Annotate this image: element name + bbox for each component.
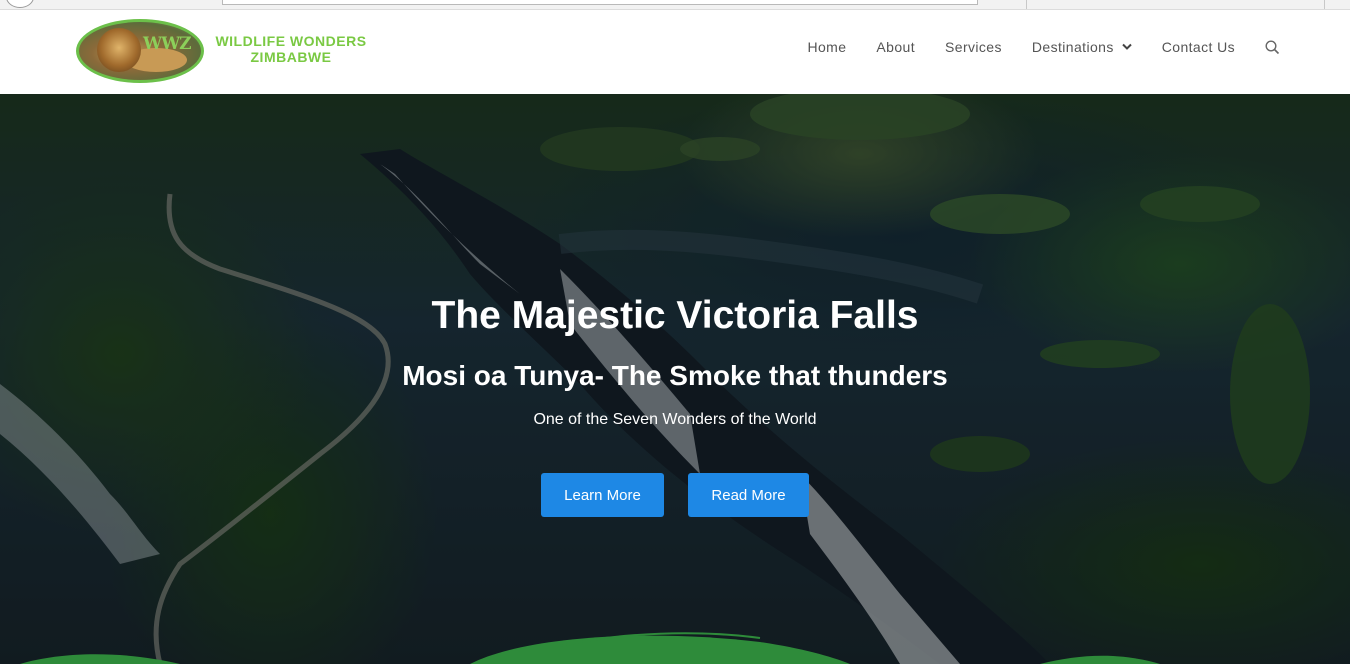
brand-name-line1: WILDLIFE WONDERS (215, 33, 367, 49)
browser-back-button[interactable] (6, 0, 34, 8)
site-header: WWZ WILDLIFE WONDERS ZIMBABWE Home About… (0, 10, 1350, 94)
browser-chrome-strip (0, 0, 1350, 10)
browser-address-bar[interactable] (222, 0, 978, 5)
nav-item-label: Contact Us (1161, 39, 1235, 55)
nav-item-about[interactable]: About (876, 39, 915, 55)
nav-item-services[interactable]: Services (945, 39, 1002, 55)
read-more-button[interactable]: Read More (688, 473, 809, 517)
browser-divider (1026, 0, 1027, 9)
brand-name: WILDLIFE WONDERS ZIMBABWE (206, 33, 376, 65)
nav-item-label: Services (945, 39, 1002, 55)
brand-name-line2: ZIMBABWE (250, 49, 332, 65)
browser-divider (1324, 0, 1325, 9)
learn-more-button[interactable]: Learn More (541, 473, 664, 517)
nav-item-home[interactable]: Home (807, 39, 846, 55)
hero-title: The Majestic Victoria Falls (431, 294, 919, 337)
site-logo[interactable]: WWZ WILDLIFE WONDERS ZIMBABWE (76, 19, 376, 85)
hero-banner: The Majestic Victoria Falls Mosi oa Tuny… (0, 94, 1350, 664)
hero-tagline: One of the Seven Wonders of the World (533, 411, 817, 428)
nav-item-label: Home (807, 39, 847, 55)
nav-item-label: About (876, 39, 916, 55)
chevron-down-icon (1122, 43, 1132, 50)
nav-item-contact[interactable]: Contact Us (1162, 39, 1235, 55)
nav-item-label: Destinations (1031, 39, 1114, 55)
lion-logo-badge: WWZ (76, 19, 204, 83)
nav-item-destinations[interactable]: Destinations (1032, 39, 1132, 55)
lion-mane-shape (97, 28, 141, 72)
hero-subtitle: Mosi oa Tunya- The Smoke that thunders (402, 360, 948, 391)
search-icon[interactable] (1265, 39, 1280, 55)
logo-mark: WWZ (143, 34, 192, 54)
green-wave-divider (20, 632, 1160, 664)
main-nav: Home About Services Destinations Contact… (777, 10, 1280, 84)
